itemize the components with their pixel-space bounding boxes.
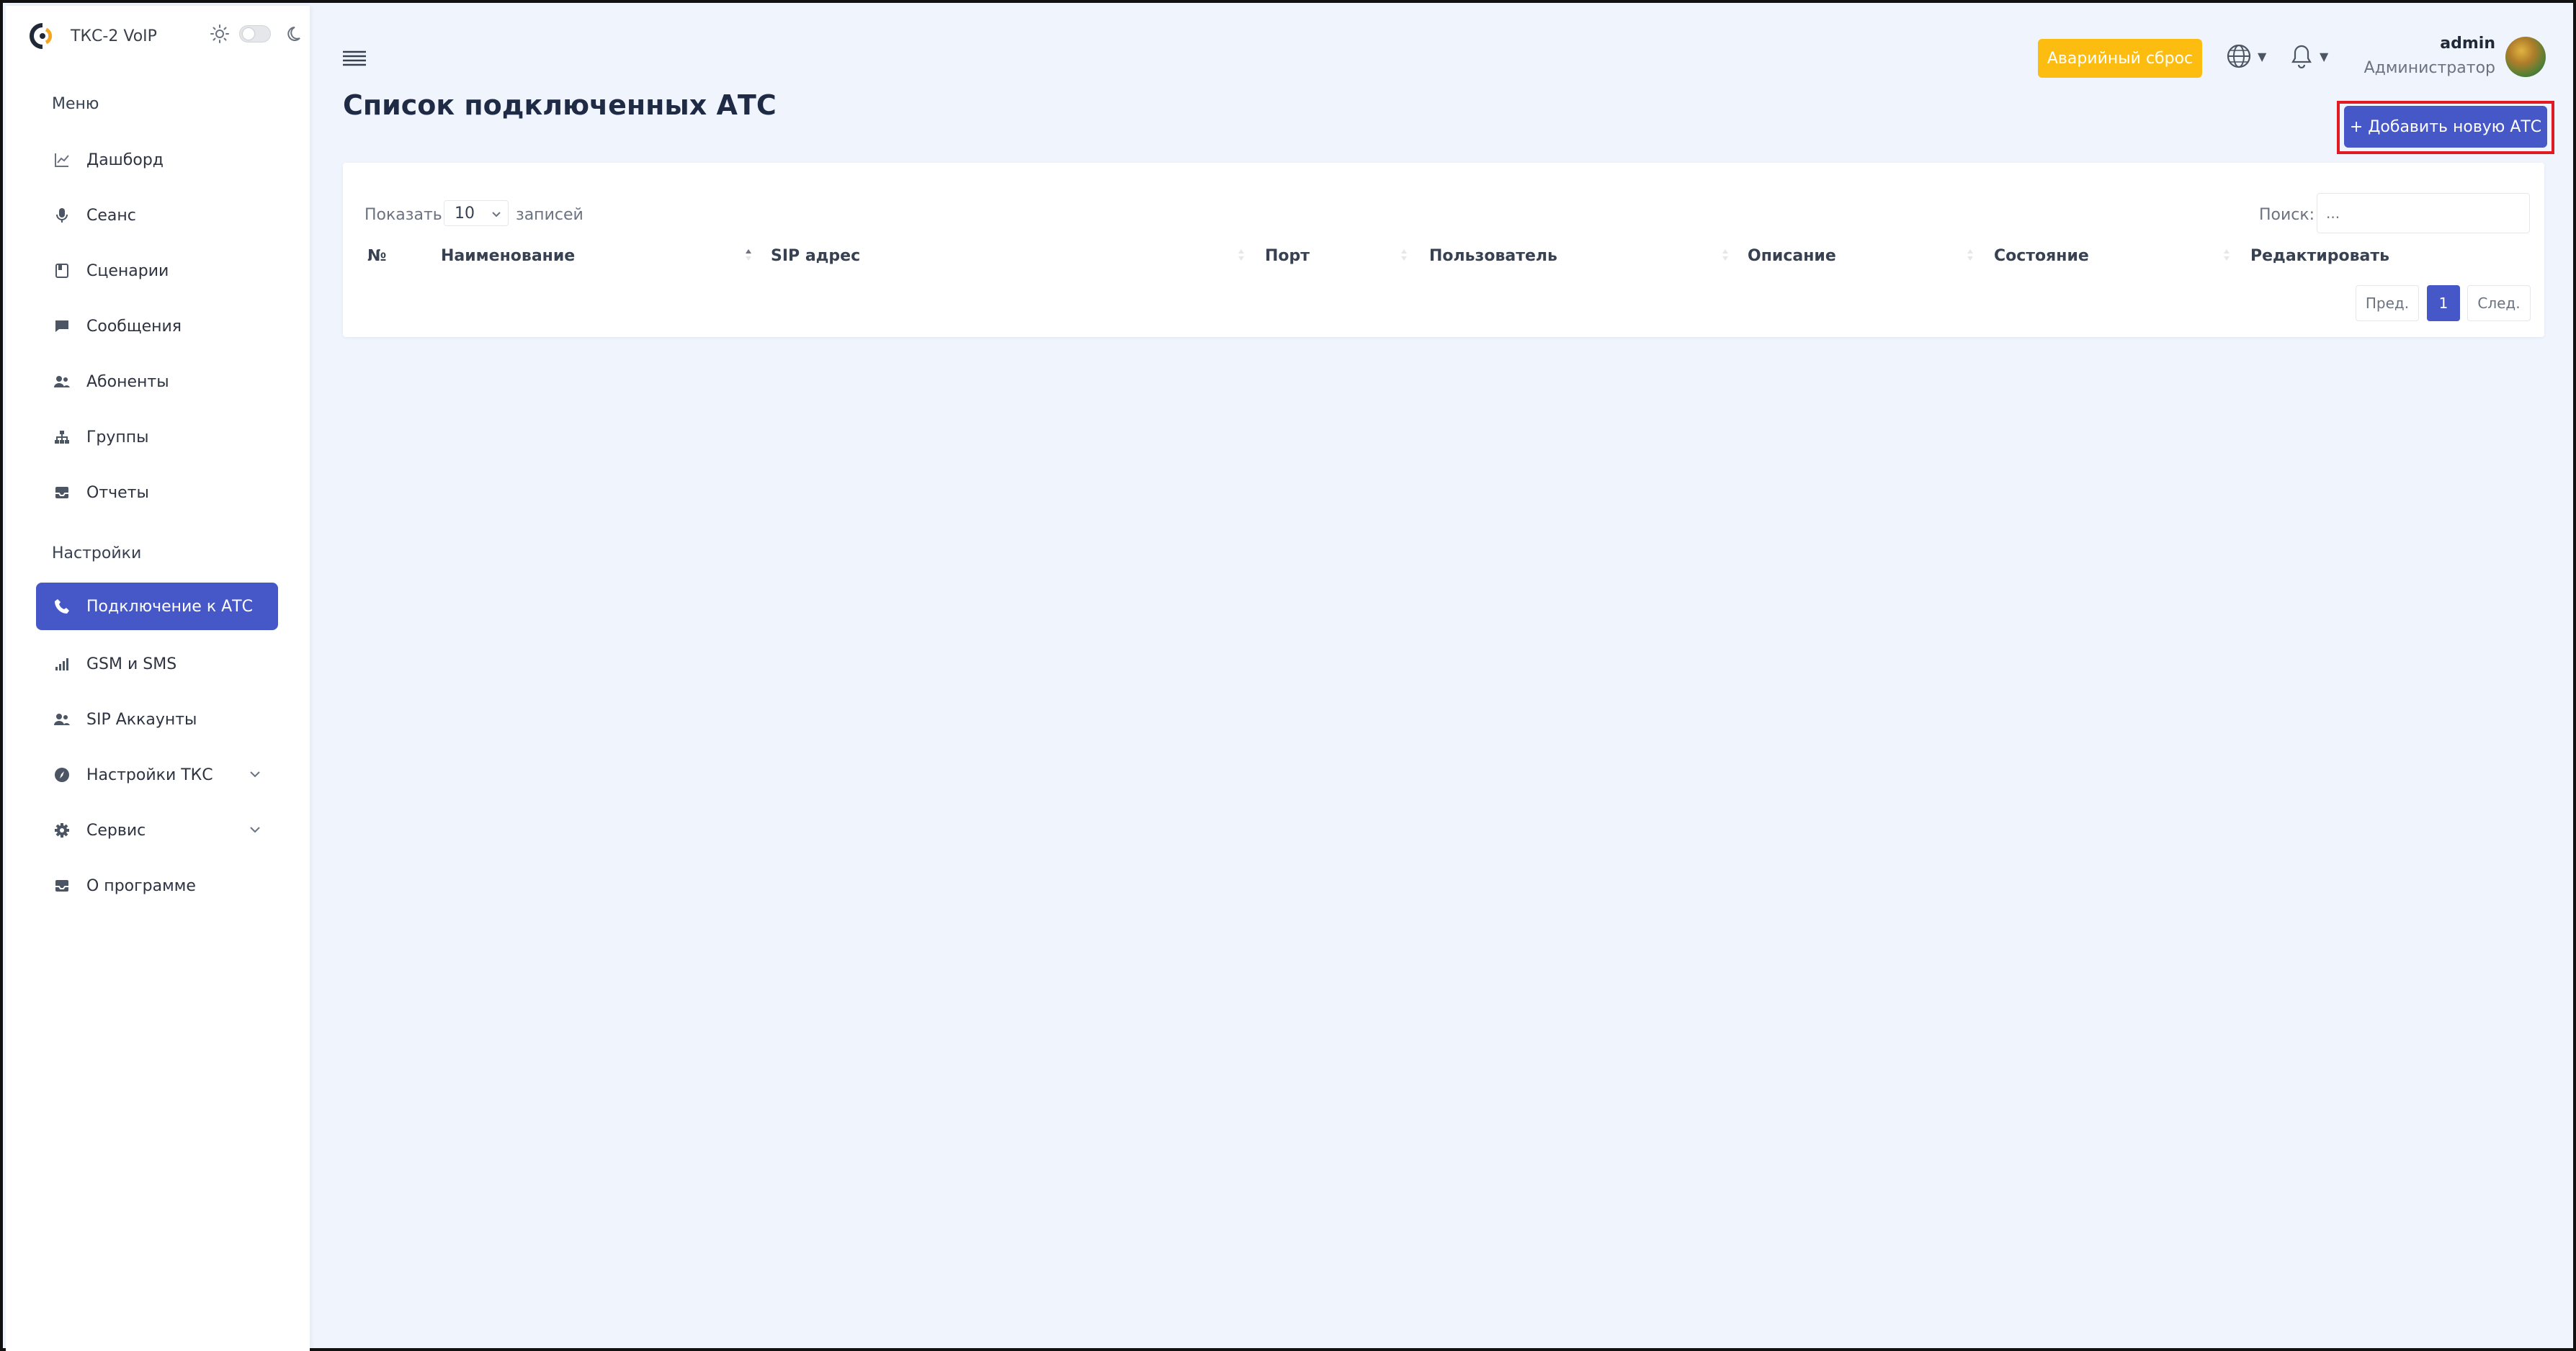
gear-icon [53, 822, 71, 839]
menu-section-label: Меню [52, 95, 99, 113]
users-icon [53, 711, 71, 728]
sidebar-item-gsm-sms[interactable]: GSM и SMS [36, 640, 278, 688]
column-header-number[interactable]: № [367, 247, 386, 265]
chevron-down-icon[interactable] [248, 822, 262, 837]
sidebar-item-messages[interactable]: Сообщения [36, 302, 278, 350]
book-icon [53, 262, 71, 279]
column-header-status[interactable]: Состояние [1994, 247, 2089, 265]
chevron-down-icon [492, 212, 501, 217]
compass-icon [53, 766, 71, 784]
search-input[interactable] [2317, 193, 2530, 233]
caret-down-icon: ▼ [2258, 49, 2267, 63]
sidebar-item-label: GSM и SMS [86, 655, 177, 673]
chart-line-icon [53, 151, 71, 169]
page-length-select[interactable]: 10 [444, 200, 509, 226]
show-label: Показать [365, 206, 442, 224]
sidebar-item-label: Сервис [86, 821, 146, 840]
brand[interactable]: ТКС-2 VoIP [29, 22, 157, 50]
sidebar-item-reports[interactable]: Отчеты [36, 469, 278, 516]
sidebar-item-service[interactable]: Сервис [36, 807, 278, 854]
language-dropdown[interactable]: ▼ [2226, 42, 2271, 71]
column-header-user[interactable]: Пользователь [1429, 247, 1557, 265]
pagination-page-button[interactable]: 1 [2427, 285, 2460, 321]
sidebar-item-label: Группы [86, 428, 149, 446]
theme-toggle[interactable] [239, 25, 271, 42]
sidebar-item-sip-accounts[interactable]: SIP Аккаунты [36, 696, 278, 743]
column-header-edit[interactable]: Редактировать [2250, 247, 2389, 265]
sort-icon[interactable] [1965, 245, 1975, 265]
user-role: Администратор [2363, 59, 2495, 77]
pagination-prev-button[interactable]: Пред. [2356, 285, 2419, 321]
emergency-reset-button[interactable]: Аварийный сброс [2038, 39, 2202, 78]
bell-icon [2291, 45, 2312, 69]
add-pbx-button[interactable]: + Добавить новую АТС [2344, 106, 2547, 148]
page-title: Список подключенных АТС [343, 89, 777, 121]
settings-section-label: Настройки [52, 544, 142, 562]
app-frame: ТКС-2 VoIP Меню Дашборд Сеанс Сценарии С… [0, 0, 2576, 1351]
sidebar-item-label: Дашборд [86, 151, 164, 169]
sidebar-item-tks-settings[interactable]: Настройки ТКС [36, 751, 278, 799]
sidebar-item-label: Сообщения [86, 317, 182, 336]
records-label: записей [516, 206, 583, 224]
sidebar-item-label: Сценарии [86, 261, 169, 280]
sidebar-item-pbx-connection[interactable]: Подключение к АТС [36, 583, 278, 630]
microphone-icon [53, 207, 71, 224]
sidebar-item-label: Отчеты [86, 483, 149, 502]
inbox-icon [53, 877, 71, 894]
sidebar-item-label: Подключение к АТС [86, 597, 253, 616]
pbx-table-card: Показать 10 записей Поиск: № Наименовани… [343, 163, 2544, 337]
avatar[interactable] [2505, 37, 2546, 77]
toggle-knob [243, 28, 254, 40]
column-header-sip-address[interactable]: SIP адрес [771, 247, 860, 265]
globe-icon [2227, 44, 2251, 68]
sidebar-item-label: SIP Аккаунты [86, 710, 197, 729]
sort-icon[interactable] [743, 245, 753, 265]
sitemap-icon [53, 428, 71, 446]
sidebar: ТКС-2 VoIP Меню Дашборд Сеанс Сценарии С… [6, 6, 310, 1351]
sidebar-item-label: Настройки ТКС [86, 766, 213, 784]
sidebar-item-about[interactable]: О программе [36, 862, 278, 910]
sun-icon[interactable] [210, 24, 230, 44]
sort-icon[interactable] [1720, 245, 1730, 265]
sidebar-item-subscribers[interactable]: Абоненты [36, 358, 278, 405]
users-icon [53, 373, 71, 390]
page-length-value: 10 [455, 204, 475, 223]
notifications-dropdown[interactable]: ▼ [2289, 42, 2334, 71]
phone-icon [53, 598, 71, 615]
column-header-name[interactable]: Наименование [441, 247, 575, 265]
moon-icon[interactable] [287, 24, 305, 43]
sidebar-item-label: Абоненты [86, 372, 169, 391]
chevron-down-icon[interactable] [248, 767, 262, 781]
column-header-port[interactable]: Порт [1265, 247, 1310, 265]
sidebar-item-label: О программе [86, 876, 196, 895]
hamburger-menu-icon[interactable] [341, 48, 367, 69]
sidebar-item-label: Сеанс [86, 206, 136, 225]
sort-icon[interactable] [1399, 245, 1409, 265]
logo-icon [30, 23, 53, 49]
inbox-icon [53, 484, 71, 501]
sidebar-item-session[interactable]: Сеанс [36, 192, 278, 239]
pagination-next-button[interactable]: След. [2467, 285, 2531, 321]
sort-icon[interactable] [1236, 245, 1246, 265]
sidebar-item-groups[interactable]: Группы [36, 413, 278, 461]
message-icon [53, 318, 71, 335]
search-label: Поиск: [2259, 206, 2315, 224]
sidebar-item-scenarios[interactable]: Сценарии [36, 247, 278, 295]
signal-icon [53, 655, 71, 673]
sort-icon[interactable] [2222, 245, 2232, 265]
column-header-description[interactable]: Описание [1748, 247, 1836, 265]
app-title: ТКС-2 VoIP [71, 27, 157, 45]
sidebar-item-dashboard[interactable]: Дашборд [36, 136, 278, 184]
caret-down-icon: ▼ [2320, 49, 2329, 63]
user-name[interactable]: admin [2440, 35, 2495, 53]
